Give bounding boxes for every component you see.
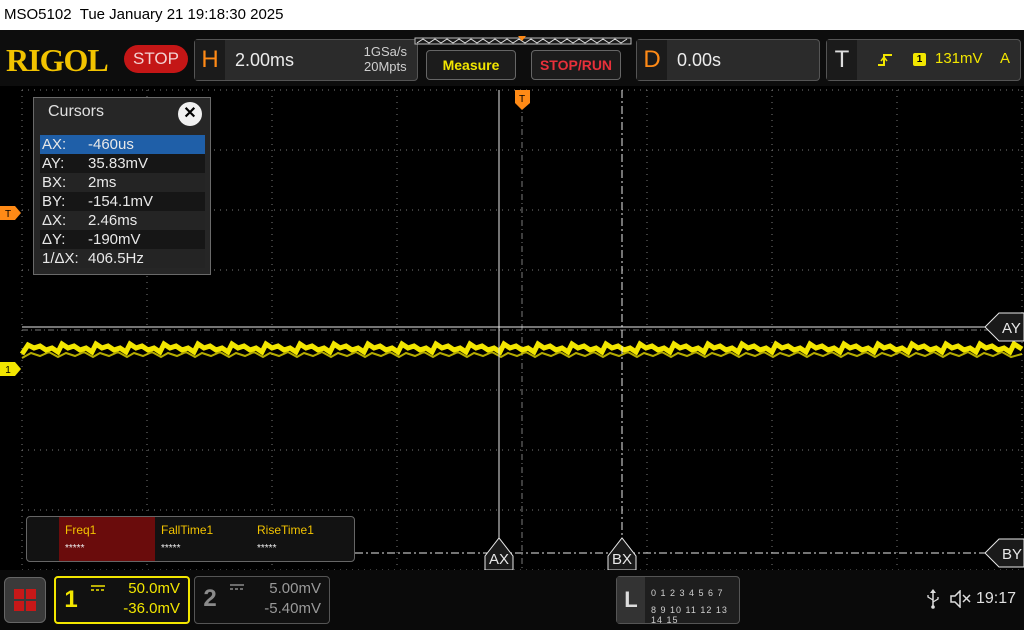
- cursor-row-key: ΔY:: [42, 231, 66, 248]
- memory-timeline[interactable]: [414, 36, 632, 46]
- cursor-row-ax[interactable]: AX: -460us: [40, 135, 205, 154]
- trigger-time-marker: T: [515, 90, 530, 110]
- cursor-row-key: BX:: [42, 174, 67, 191]
- digital-channels-panel[interactable]: L 0 1 2 3 4 5 6 7 8 9 10 11 12 13 14 15: [616, 576, 740, 625]
- cursors-title: Cursors: [48, 103, 105, 120]
- trigger-level: 131mV: [935, 50, 983, 67]
- measurement-name: RiseTime1: [257, 523, 314, 537]
- cursor-row-ay: AY: 35.83mV: [40, 154, 205, 173]
- rising-edge-icon: [878, 54, 892, 66]
- close-icon[interactable]: ✕: [178, 102, 202, 126]
- model-name: MSO5102: [4, 6, 72, 23]
- trigger-level-marker: T: [0, 206, 21, 220]
- trigger-level-marker-label: T: [5, 209, 11, 220]
- measurement-value: *****: [161, 543, 181, 554]
- cursor-bx-marker: BX: [607, 537, 637, 570]
- cursor-row-key: AY:: [42, 155, 65, 172]
- trigger-mode: A: [1000, 50, 1011, 67]
- channel2-scale: 5.00mV: [269, 580, 321, 597]
- cursor-row-value: -190mV: [88, 231, 141, 248]
- channel1-panel[interactable]: 1 50.0mV -36.0mV: [54, 576, 190, 624]
- cursor-row-delta-x: ΔX: 2.46ms: [40, 211, 205, 230]
- cursor-ax-marker: AX: [484, 537, 514, 570]
- stop-run-button[interactable]: STOP/RUN: [531, 50, 621, 80]
- delay-panel[interactable]: D 0.00s: [636, 39, 820, 81]
- channel2-offset: -5.40mV: [264, 600, 321, 617]
- menu-button[interactable]: [4, 577, 46, 623]
- cursor-row-key: ΔX:: [42, 212, 67, 229]
- horizontal-letter: H: [195, 40, 225, 80]
- trigger-letter: T: [827, 40, 857, 80]
- cursor-row-delta-y: ΔY: -190mV: [40, 230, 205, 249]
- trigger-time-marker-label: T: [519, 94, 525, 105]
- cursor-row-value: 35.83mV: [88, 155, 149, 172]
- delay-value: 0.00s: [677, 50, 722, 70]
- cursor-ay-marker: AY: [984, 312, 1024, 342]
- cursors-panel: Cursors ✕ AX: -460us AY: 35.83mV BX: 2ms…: [33, 97, 211, 275]
- cursor-row-value: -154.1mV: [88, 193, 154, 210]
- channel1-offset: -36.0mV: [123, 600, 180, 617]
- cursor-row-bx: BX: 2ms: [40, 173, 205, 192]
- dc-coupling-icon: [91, 585, 105, 591]
- measurement-risetime1[interactable]: RiseTime1 *****: [251, 517, 347, 561]
- cursor-row-value: 2ms: [88, 174, 117, 191]
- measurement-panel: Freq1 ***** FallTime1 ***** RiseTime1 **…: [26, 516, 355, 562]
- clock-time: 19:17: [976, 590, 1017, 607]
- digital-row-high: 8 9 10 11 12 13 14 15: [651, 605, 728, 625]
- memory-depth: 20Mpts: [364, 59, 407, 74]
- delay-letter: D: [637, 40, 667, 80]
- by-label: BY: [1002, 546, 1022, 563]
- channel1-scale: 50.0mV: [128, 580, 180, 597]
- ch1-offset-marker-label: 1: [5, 365, 11, 376]
- trigger-channel-badge: 1: [913, 53, 926, 66]
- measurement-freq1[interactable]: Freq1 *****: [59, 517, 155, 561]
- rigol-logo: RIGOL: [6, 42, 109, 78]
- measurement-value: *****: [65, 543, 85, 554]
- title-bar: MSO5102 Tue January 21 19:18:30 2025: [0, 0, 1024, 30]
- bx-label: BX: [612, 551, 632, 568]
- measurement-name: FallTime1: [161, 523, 214, 537]
- cursor-row-value: -460us: [88, 136, 134, 153]
- sample-rate: 1GSa/s: [363, 44, 407, 59]
- dc-coupling-icon: [230, 584, 244, 590]
- channel1-number: 1: [64, 586, 78, 613]
- horizontal-panel[interactable]: H 2.00ms 1GSa/s 20Mpts: [194, 39, 418, 81]
- digital-letter: L: [617, 577, 645, 623]
- measurement-name: Freq1: [65, 523, 97, 537]
- ax-label: AX: [489, 551, 509, 568]
- cursor-row-value: 406.5Hz: [88, 250, 144, 267]
- datetime: Tue January 21 19:18:30 2025: [79, 6, 284, 23]
- measure-button[interactable]: Measure: [426, 50, 516, 80]
- channel2-panel[interactable]: 2 5.00mV -5.40mV: [194, 576, 330, 624]
- cursor-row-inverse-delta-x: 1/ΔX: 406.5Hz: [40, 249, 205, 268]
- cursor-row-value: 2.46ms: [88, 212, 138, 229]
- muted-speaker-icon[interactable]: [950, 590, 972, 608]
- time-scale: 2.00ms: [235, 50, 295, 70]
- channel2-number: 2: [203, 585, 217, 612]
- grid-menu-icon: [14, 589, 36, 611]
- trigger-panel[interactable]: T 1 131mV A: [826, 39, 1021, 81]
- acquisition-stats: 1GSa/s 20Mpts: [364, 44, 407, 74]
- measurement-value: *****: [257, 543, 277, 554]
- measurement-falltime1[interactable]: FallTime1 *****: [155, 517, 251, 561]
- ay-label: AY: [1002, 320, 1021, 337]
- digital-row-low: 0 1 2 3 4 5 6 7: [651, 588, 724, 598]
- cursor-row-key: AX:: [42, 136, 67, 153]
- run-state-badge[interactable]: STOP: [124, 45, 188, 73]
- cursor-row-by: BY: -154.1mV: [40, 192, 205, 211]
- usb-icon: [927, 589, 939, 609]
- cursor-row-key: 1/ΔX:: [42, 250, 79, 267]
- ch1-offset-marker: 1: [0, 362, 21, 376]
- cursor-by-marker: BY: [984, 538, 1024, 568]
- cursor-row-key: BY:: [42, 193, 66, 210]
